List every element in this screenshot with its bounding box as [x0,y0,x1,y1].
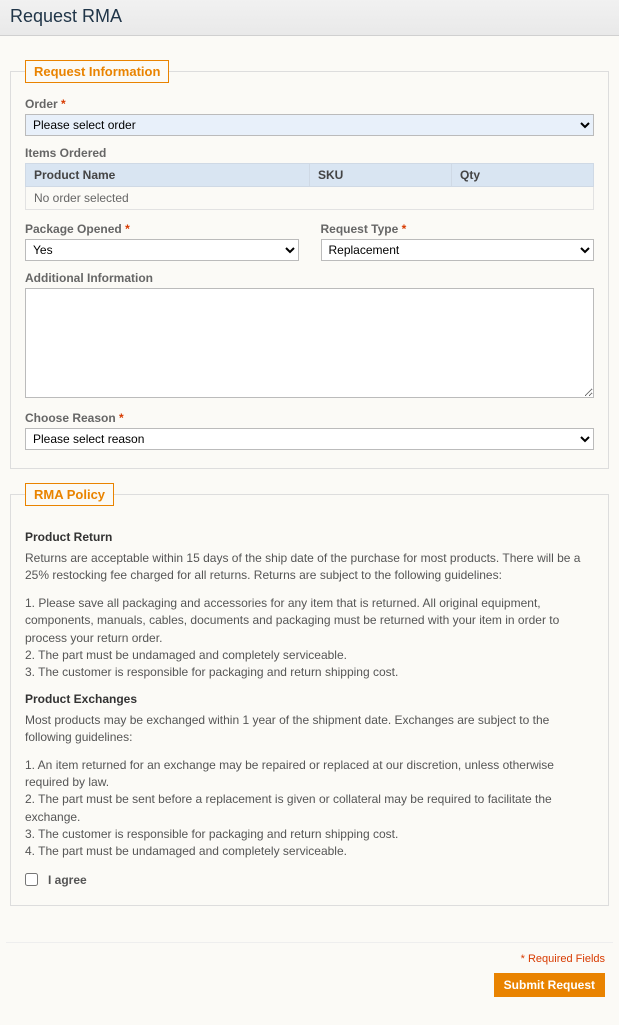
return-intro: Returns are acceptable within 15 days of… [25,550,594,585]
submit-request-button[interactable]: Submit Request [494,973,605,997]
additional-info-label: Additional Information [25,271,594,285]
package-opened-field: Package Opened * Yes [25,222,299,261]
order-label: Order * [25,97,594,111]
order-field: Order * Please select order [25,97,594,136]
required-marker: * [125,222,130,236]
rma-policy-section: RMA Policy Product Return Returns are ac… [10,483,609,906]
page-header: Request RMA [0,0,619,36]
reason-field: Choose Reason * Please select reason [25,411,594,450]
form-footer: * Required Fields Submit Request [6,942,613,1005]
items-empty-cell: No order selected [26,187,594,210]
reason-label: Choose Reason * [25,411,594,425]
additional-info-textarea[interactable] [25,288,594,398]
agree-label: I agree [48,873,87,887]
table-row: No order selected [26,187,594,210]
reason-select[interactable]: Please select reason [25,428,594,450]
required-marker: * [119,411,124,425]
agree-row: I agree [25,873,594,887]
required-fields-note: * Required Fields [14,953,605,965]
product-return-heading: Product Return [25,530,594,544]
request-type-label: Request Type * [321,222,595,236]
col-qty: Qty [452,164,594,187]
order-select[interactable]: Please select order [25,114,594,136]
rma-policy-legend: RMA Policy [25,483,114,506]
page-title: Request RMA [10,6,609,27]
return-guidelines: 1. Please save all packaging and accesso… [25,595,594,682]
items-ordered-label: Items Ordered [25,146,594,160]
exchange-intro: Most products may be exchanged within 1 … [25,712,594,747]
col-sku: SKU [310,164,452,187]
col-product-name: Product Name [26,164,310,187]
items-table: Product Name SKU Qty No order selected [25,163,594,210]
product-exchanges-heading: Product Exchanges [25,692,594,706]
two-column-row: Package Opened * Yes Request Type * Repl… [25,222,594,271]
package-opened-select[interactable]: Yes [25,239,299,261]
table-header-row: Product Name SKU Qty [26,164,594,187]
page-body: Request Information Order * Please selec… [0,36,619,1025]
exchange-guidelines: 1. An item returned for an exchange may … [25,757,594,861]
request-type-select[interactable]: Replacement [321,239,595,261]
agree-checkbox[interactable] [25,873,38,886]
package-opened-label: Package Opened * [25,222,299,236]
request-info-legend: Request Information [25,60,169,83]
required-marker: * [402,222,407,236]
required-marker: * [61,97,66,111]
additional-info-field: Additional Information [25,271,594,401]
request-type-field: Request Type * Replacement [321,222,595,261]
request-information-section: Request Information Order * Please selec… [10,60,609,469]
